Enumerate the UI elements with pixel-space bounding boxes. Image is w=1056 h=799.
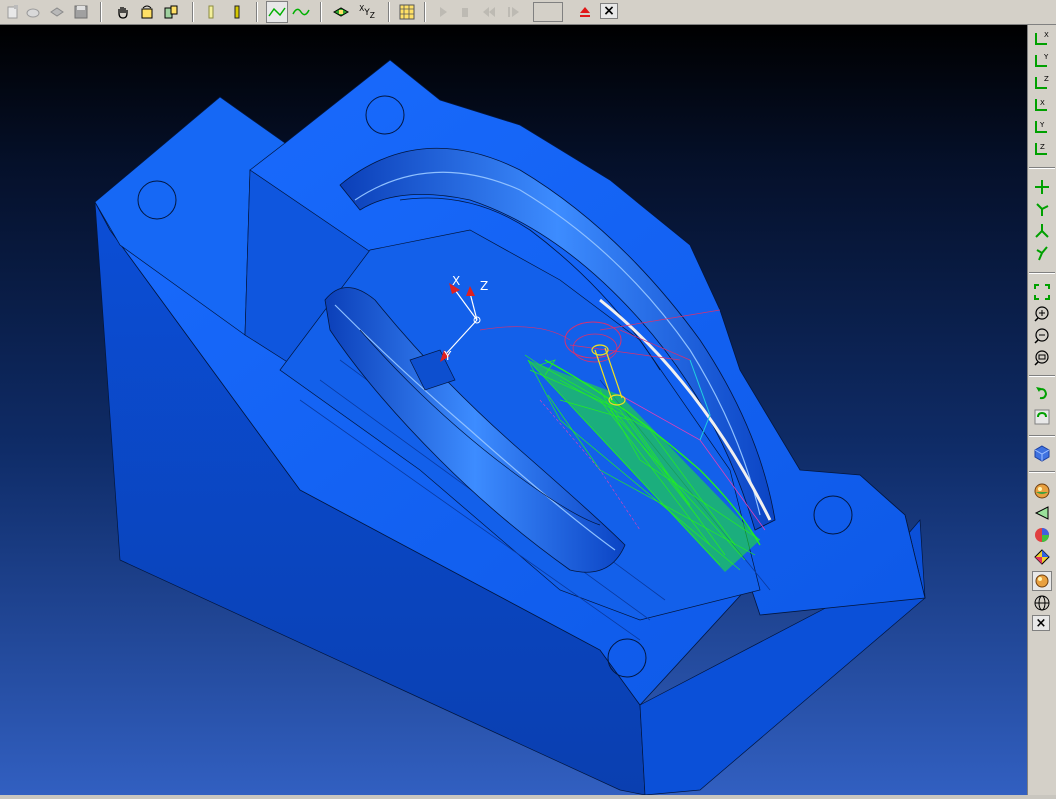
tool-light-icon[interactable]: [200, 1, 222, 23]
triad-y-label: Y: [443, 349, 452, 363]
xyz-view-icon[interactable]: XYZ: [354, 1, 380, 23]
play-icon[interactable]: [432, 1, 454, 23]
view-neg-z-icon[interactable]: Z: [1032, 138, 1052, 158]
iso-view-2-icon[interactable]: [1032, 199, 1052, 219]
svg-text:Z: Z: [1040, 143, 1045, 151]
view-neg-x-icon[interactable]: X: [1032, 94, 1052, 114]
svg-text:Y: Y: [1039, 121, 1045, 129]
new-icon[interactable]: [2, 1, 24, 23]
eject-icon[interactable]: [574, 1, 596, 23]
svg-text:X: X: [1040, 99, 1045, 107]
shaded-sphere-icon[interactable]: [1032, 571, 1052, 591]
curve-toggle-icon[interactable]: [290, 1, 312, 23]
zoom-in-icon[interactable]: [1032, 304, 1052, 324]
zoom-box-icon[interactable]: [1032, 348, 1052, 368]
save-icon[interactable]: [70, 1, 92, 23]
step-forward-icon[interactable]: [502, 1, 524, 23]
view-neg-y-icon[interactable]: Y: [1032, 116, 1052, 136]
view-y-icon[interactable]: Y: [1032, 50, 1052, 70]
triad-z-label: Z: [480, 279, 488, 293]
material-sphere-icon[interactable]: [1032, 481, 1052, 501]
rewind-icon[interactable]: [478, 1, 500, 23]
iso-view-3-icon[interactable]: [1032, 221, 1052, 241]
workplane-icon[interactable]: [330, 1, 352, 23]
diamond-render-icon[interactable]: [1032, 547, 1052, 567]
zoom-view-icon[interactable]: [160, 1, 182, 23]
zoom-fit-icon[interactable]: [1032, 282, 1052, 302]
toolpath-toggle-icon[interactable]: [266, 1, 288, 23]
svg-text:Z: Z: [1044, 75, 1049, 83]
3d-viewport[interactable]: X Z Y: [0, 25, 1027, 799]
colour-wheel-icon[interactable]: [1032, 525, 1052, 545]
open-icon[interactable]: [22, 1, 44, 23]
shaded-model-icon[interactable]: [46, 1, 68, 23]
close-toolbar-button[interactable]: ×: [600, 3, 618, 19]
rotate-view-icon[interactable]: [136, 1, 158, 23]
view-x-icon[interactable]: X: [1032, 28, 1052, 48]
grid-select-icon[interactable]: [396, 1, 418, 23]
svg-text:Y: Y: [1043, 53, 1049, 61]
triad-x-label: X: [452, 274, 460, 288]
progress-field[interactable]: [533, 2, 563, 22]
light-cone-icon[interactable]: [1032, 503, 1052, 523]
wireframe-globe-icon[interactable]: [1032, 593, 1052, 613]
iso-view-1-icon[interactable]: [1032, 177, 1052, 197]
undo-view-icon[interactable]: [1032, 383, 1052, 403]
main-toolbar: XYZ ×: [0, 0, 1056, 25]
iso-view-4-icon[interactable]: [1032, 243, 1052, 263]
refresh-view-icon[interactable]: [1032, 407, 1052, 427]
svg-text:X: X: [1044, 31, 1049, 39]
zoom-out-icon[interactable]: [1032, 326, 1052, 346]
view-sidebar: X Y Z X Y Z ×: [1027, 25, 1056, 799]
status-strip: [0, 795, 1056, 799]
view-z-icon[interactable]: Z: [1032, 72, 1052, 92]
close-sidebar-button[interactable]: ×: [1032, 615, 1050, 631]
model-scene: X Z Y: [94, 59, 926, 796]
stop-icon[interactable]: [454, 1, 476, 23]
pan-hand-icon[interactable]: [112, 1, 134, 23]
shaded-cube-icon[interactable]: [1032, 443, 1052, 463]
tool-dark-icon[interactable]: [226, 1, 248, 23]
